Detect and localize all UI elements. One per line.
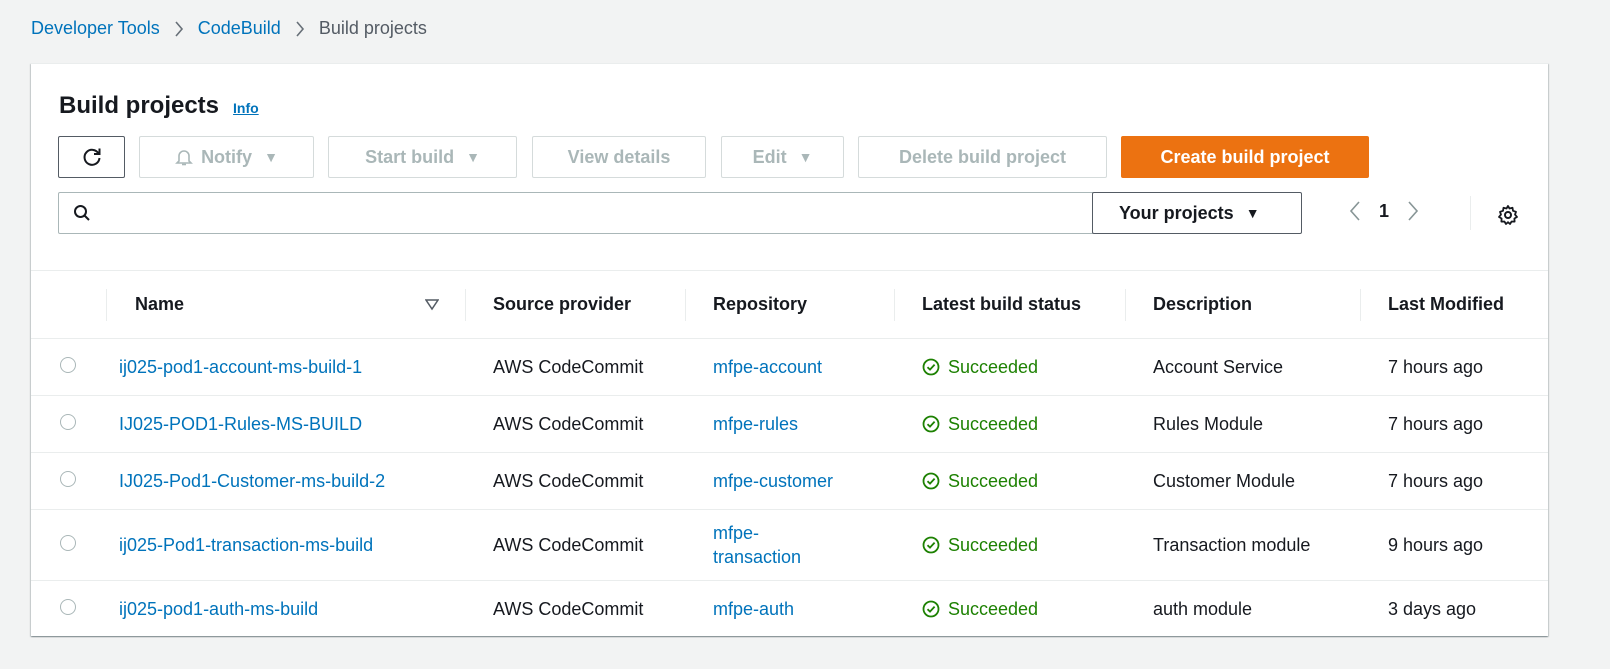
repository-link[interactable]: mfpe-account	[713, 357, 822, 377]
table-row[interactable]: IJ025-POD1-Rules-MS-BUILD AWS CodeCommit…	[31, 395, 1548, 453]
chevron-right-icon[interactable]	[1407, 200, 1419, 222]
view-details-button[interactable]: View details	[532, 136, 706, 178]
row-radio[interactable]	[60, 534, 76, 551]
page-number[interactable]: 1	[1379, 201, 1389, 222]
caret-down-icon: ▼	[1245, 205, 1260, 221]
filter-label: Your projects	[1119, 202, 1234, 223]
delete-build-project-button[interactable]: Delete build project	[858, 136, 1107, 178]
notify-label: Notify	[201, 146, 253, 167]
description: Transaction module	[1125, 509, 1360, 581]
breadcrumb-codebuild[interactable]: CodeBuild	[198, 18, 281, 39]
edit-button[interactable]: Edit ▼	[721, 136, 844, 178]
source-provider: AWS CodeCommit	[465, 338, 685, 396]
check-circle-icon	[922, 358, 940, 376]
table-row[interactable]: ij025-Pod1-transaction-ms-build AWS Code…	[31, 509, 1548, 581]
status-badge: Succeeded	[922, 599, 1125, 620]
status-badge: Succeeded	[922, 357, 1125, 378]
check-circle-icon	[922, 536, 940, 554]
chevron-right-icon	[174, 20, 184, 38]
info-link[interactable]: Info	[233, 100, 259, 116]
create-build-project-button[interactable]: Create build project	[1121, 136, 1369, 178]
search-field[interactable]	[58, 192, 1094, 234]
divider	[1470, 196, 1471, 230]
project-name-link[interactable]: ij025-pod1-auth-ms-build	[119, 599, 318, 619]
breadcrumb: Developer Tools CodeBuild Build projects	[31, 18, 427, 39]
check-circle-icon	[922, 600, 940, 618]
project-name-link[interactable]: IJ025-Pod1-Customer-ms-build-2	[119, 471, 385, 491]
description: Customer Module	[1125, 452, 1360, 510]
caret-down-icon: ▼	[798, 149, 813, 165]
breadcrumb-developer-tools[interactable]: Developer Tools	[31, 18, 160, 39]
build-projects-panel: Build projects Info Notify ▼ Start build…	[31, 63, 1548, 636]
table-row[interactable]: IJ025-Pod1-Customer-ms-build-2 AWS CodeC…	[31, 452, 1548, 510]
column-header-source-provider[interactable]: Source provider	[465, 270, 685, 339]
column-header-latest-build-status[interactable]: Latest build status	[894, 270, 1125, 339]
caret-down-icon: ▼	[264, 149, 278, 165]
project-name-link[interactable]: IJ025-POD1-Rules-MS-BUILD	[119, 414, 362, 434]
status-badge: Succeeded	[922, 535, 1125, 556]
refresh-icon	[81, 146, 103, 168]
projects-filter-select[interactable]: Your projects ▼	[1092, 192, 1302, 234]
edit-label: Edit	[752, 146, 787, 167]
source-provider: AWS CodeCommit	[465, 509, 685, 581]
start-build-label: Start build	[365, 146, 455, 167]
source-provider: AWS CodeCommit	[465, 452, 685, 510]
repository-link[interactable]: mfpe- transaction	[713, 523, 801, 567]
project-name-link[interactable]: ij025-pod1-account-ms-build-1	[119, 357, 362, 377]
notify-button[interactable]: Notify ▼	[139, 136, 314, 178]
last-modified: 7 hours ago	[1360, 452, 1548, 510]
description: Account Service	[1125, 338, 1360, 396]
gear-icon[interactable]	[1497, 204, 1519, 226]
sort-down-icon	[425, 298, 439, 311]
row-radio[interactable]	[60, 470, 76, 487]
refresh-button[interactable]	[58, 136, 125, 178]
table-row[interactable]: ij025-pod1-auth-ms-build AWS CodeCommit …	[31, 581, 1548, 638]
column-header-last-modified[interactable]: Last Modified	[1360, 270, 1548, 339]
status-badge: Succeeded	[922, 414, 1125, 435]
last-modified: 7 hours ago	[1360, 395, 1548, 453]
check-circle-icon	[922, 415, 940, 433]
build-projects-table: Name Source provider Repository Latest b…	[31, 270, 1548, 638]
check-circle-icon	[922, 472, 940, 490]
repository-link[interactable]: mfpe-rules	[713, 414, 798, 434]
column-header-name[interactable]: Name	[106, 270, 465, 339]
last-modified: 7 hours ago	[1360, 338, 1548, 396]
panel-header: Build projects Info	[59, 92, 259, 120]
repository-link[interactable]: mfpe-customer	[713, 471, 833, 491]
last-modified: 3 days ago	[1388, 598, 1477, 619]
table-header-row: Name Source provider Repository Latest b…	[31, 270, 1548, 339]
bell-icon	[175, 148, 193, 166]
source-provider: AWS CodeCommit	[465, 395, 685, 453]
breadcrumb-current: Build projects	[318, 18, 427, 38]
project-name-link[interactable]: ij025-Pod1-transaction-ms-build	[119, 535, 373, 555]
row-radio[interactable]	[60, 413, 76, 430]
column-header-repository[interactable]: Repository	[685, 270, 894, 339]
select-column-header	[31, 270, 106, 339]
start-build-button[interactable]: Start build ▼	[328, 136, 517, 178]
last-modified: 9 hours ago	[1360, 509, 1548, 581]
column-header-description[interactable]: Description	[1125, 270, 1360, 339]
source-provider: AWS CodeCommit	[493, 598, 644, 619]
status-badge: Succeeded	[922, 471, 1125, 492]
description: auth module	[1153, 598, 1253, 619]
search-input[interactable]	[101, 194, 1093, 232]
caret-down-icon: ▼	[466, 149, 480, 165]
repository-link[interactable]: mfpe-auth	[713, 599, 794, 619]
page-title: Build projects	[59, 92, 220, 119]
row-radio[interactable]	[60, 356, 76, 373]
chevron-left-icon[interactable]	[1349, 200, 1361, 222]
chevron-right-icon	[295, 20, 305, 38]
row-radio[interactable]	[60, 598, 76, 615]
table-row[interactable]: ij025-pod1-account-ms-build-1 AWS CodeCo…	[31, 338, 1548, 396]
pagination: 1	[1349, 200, 1419, 222]
search-icon	[73, 204, 91, 222]
description: Rules Module	[1125, 395, 1360, 453]
